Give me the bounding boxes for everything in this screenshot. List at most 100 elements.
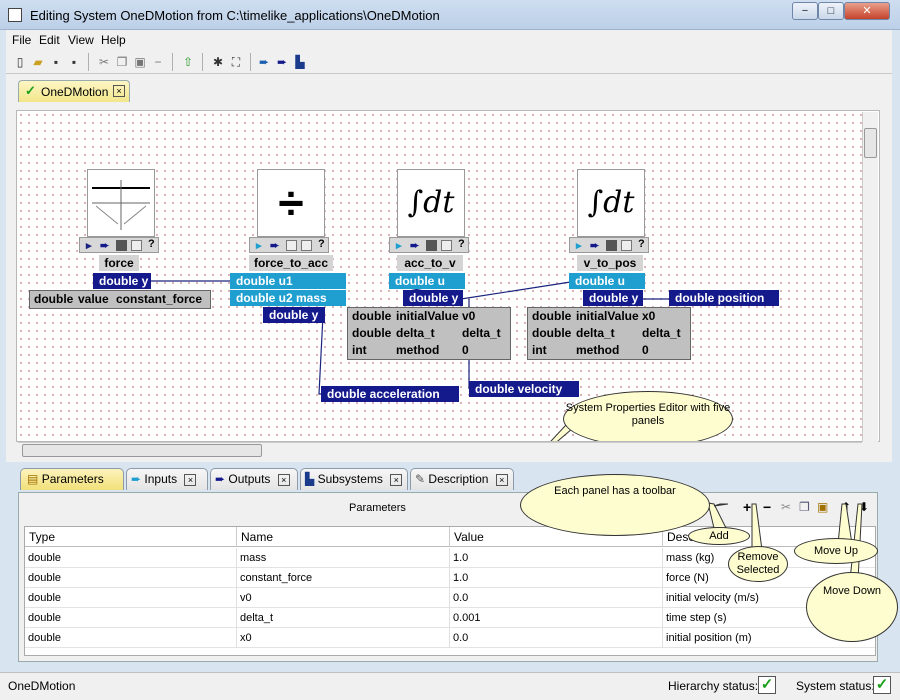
system-output-velocity[interactable]: double velocity (469, 381, 579, 397)
block-name-force-to-acc: force_to_acc (249, 255, 333, 271)
integral-icon: ∫dt (587, 185, 635, 220)
app-icon (8, 8, 22, 22)
system-status-check-icon: ✓ (873, 676, 891, 694)
save-icon[interactable]: ▪ (48, 54, 64, 70)
param-table-force[interactable]: double value constant_force (29, 290, 211, 309)
close-tab-icon[interactable]: × (277, 473, 290, 486)
param-row: double delta_t delta_t (532, 326, 681, 340)
vertical-scrollbar[interactable] (862, 112, 878, 442)
block-toolbar-force: ▸ ➨ ? (79, 237, 159, 253)
callout-move-up: Move Up (794, 538, 878, 564)
block-toolbar-v-to-pos: ▸ ➨ ? (569, 237, 649, 253)
block-name-v-to-pos: v_to_pos (577, 255, 643, 271)
help-icon[interactable]: ? (638, 238, 645, 250)
integral-icon: ∫dt (407, 185, 455, 220)
menu-help[interactable]: Help (101, 33, 126, 47)
title-bar: Editing System OneDMotion from C:\timeli… (0, 0, 900, 30)
port-force-output[interactable]: double y (93, 273, 151, 289)
tab-inputs[interactable]: ➨ Inputs × (126, 468, 208, 490)
panel-title: Parameters (349, 502, 406, 514)
column-header-name[interactable]: Name (237, 527, 450, 547)
copy-icon[interactable]: ❐ (114, 54, 130, 70)
port-acc-to-v-input[interactable]: double u (389, 273, 465, 289)
add-input-icon[interactable]: ➨ (256, 54, 272, 70)
menu-file[interactable]: File (12, 33, 31, 47)
horizontal-scrollbar[interactable] (18, 442, 862, 458)
port-force-to-acc-output[interactable]: double y (263, 307, 325, 323)
add-subsystem-icon[interactable]: ▙ (292, 54, 308, 70)
tab-description[interactable]: ✎ Description × (410, 468, 514, 490)
window-title: Editing System OneDMotion from C:\timeli… (30, 8, 440, 23)
hierarchy-status-label: Hierarchy status: (668, 679, 759, 693)
port-v-to-pos-input[interactable]: double u (569, 273, 645, 289)
system-canvas[interactable]: ▸ ➨ ? force double y double value consta… (16, 110, 880, 442)
delete-icon[interactable]: − (150, 54, 166, 70)
close-button[interactable]: ✕ (844, 2, 890, 20)
callout-editor: System Properties Editor with five panel… (563, 391, 733, 441)
callout-toolbar: Each panel has a toolbar (520, 474, 710, 536)
callout-move-down: Move Down (806, 572, 898, 642)
close-tab-icon[interactable]: × (184, 473, 197, 486)
help-icon[interactable]: ? (148, 238, 155, 250)
tab-label: Outputs (228, 472, 271, 486)
minimize-button[interactable]: − (792, 2, 818, 20)
block-name-acc-to-v: acc_to_v (397, 255, 463, 271)
system-output-position[interactable]: double position (669, 290, 779, 306)
tab-label: Description (428, 472, 489, 486)
param-table-acc-to-v[interactable]: double initialValue v0 double delta_t delta_… (347, 307, 511, 360)
scroll-thumb[interactable] (864, 128, 877, 158)
menu-edit[interactable]: Edit (39, 33, 60, 47)
up-folder-icon[interactable]: ⇧ (180, 54, 196, 70)
cut-icon[interactable]: ✂ (96, 54, 112, 70)
check-icon: ✓ (25, 83, 36, 98)
block-toolbar-divide: ▸ ➨ ? (249, 237, 329, 253)
help-icon[interactable]: ? (318, 238, 325, 250)
pointer-add (707, 502, 727, 529)
tab-subsystems[interactable]: ▙ Subsystems × (300, 468, 408, 490)
expand-icon[interactable]: ⛶ (228, 54, 244, 70)
block-integrator-icon[interactable]: ∫dt (577, 169, 645, 237)
param-row: double initialValue x0 (532, 309, 656, 323)
maximize-button[interactable]: □ (818, 2, 844, 20)
status-bar: OneDMotion Hierarchy status: ✓ System st… (0, 672, 900, 700)
save-all-icon[interactable]: ▪ (66, 54, 82, 70)
port-u1-input[interactable]: double u1 (230, 273, 346, 289)
port-acc-to-v-output[interactable]: double y (403, 290, 463, 306)
block-integrator-icon[interactable]: ∫dt (397, 169, 465, 237)
column-header-type[interactable]: Type (25, 527, 237, 547)
collapse-icon[interactable]: ✱ (210, 54, 226, 70)
add-output-icon[interactable]: ➨ (274, 54, 290, 70)
param-table-v-to-pos[interactable]: double initialValue x0 double delta_t delta_… (527, 307, 691, 360)
menu-view[interactable]: View (68, 33, 94, 47)
port-u2-input[interactable]: double u2 mass (230, 290, 346, 306)
description-icon: ✎ (415, 472, 426, 486)
open-folder-icon[interactable]: ▰ (30, 54, 46, 70)
properties-tabs: ▤ Parameters × ➨ Inputs × ➨ Outputs × ▙ … (18, 466, 878, 506)
block-force-icon[interactable] (87, 169, 155, 237)
close-tab-icon[interactable]: × (390, 473, 403, 486)
step-function-icon (92, 180, 150, 230)
callout-add: Add (688, 527, 750, 545)
toolbar-separator (202, 53, 203, 71)
help-icon[interactable]: ? (458, 238, 465, 250)
new-file-icon[interactable]: ▯ (12, 54, 28, 70)
input-icon: ➨ (131, 472, 142, 486)
tab-label: OneDMotion (41, 85, 109, 99)
tab-outputs[interactable]: ➨ Outputs × (210, 468, 298, 490)
tab-parameters[interactable]: ▤ Parameters × (20, 468, 124, 506)
param-row: int method 0 (352, 343, 469, 357)
system-output-acceleration[interactable]: double acceleration (321, 386, 459, 402)
toolbar-separator (88, 53, 89, 71)
output-icon: ➨ (215, 472, 226, 486)
close-tab-icon[interactable]: × (495, 473, 508, 486)
port-v-to-pos-output[interactable]: double y (583, 290, 643, 306)
tab-onedmotion[interactable]: ✓ OneDMotion × (18, 80, 130, 102)
divide-icon: ÷ (278, 177, 304, 229)
block-toolbar-acc-to-v: ▸ ➨ ? (389, 237, 469, 253)
paste-icon[interactable]: ▣ (132, 54, 148, 70)
close-tab-icon[interactable]: × (113, 85, 125, 97)
hierarchy-status-check-icon: ✓ (758, 676, 776, 694)
param-row: double value constant_force (34, 292, 203, 306)
block-divide-icon[interactable]: ÷ (257, 169, 325, 237)
scroll-thumb[interactable] (22, 444, 262, 457)
